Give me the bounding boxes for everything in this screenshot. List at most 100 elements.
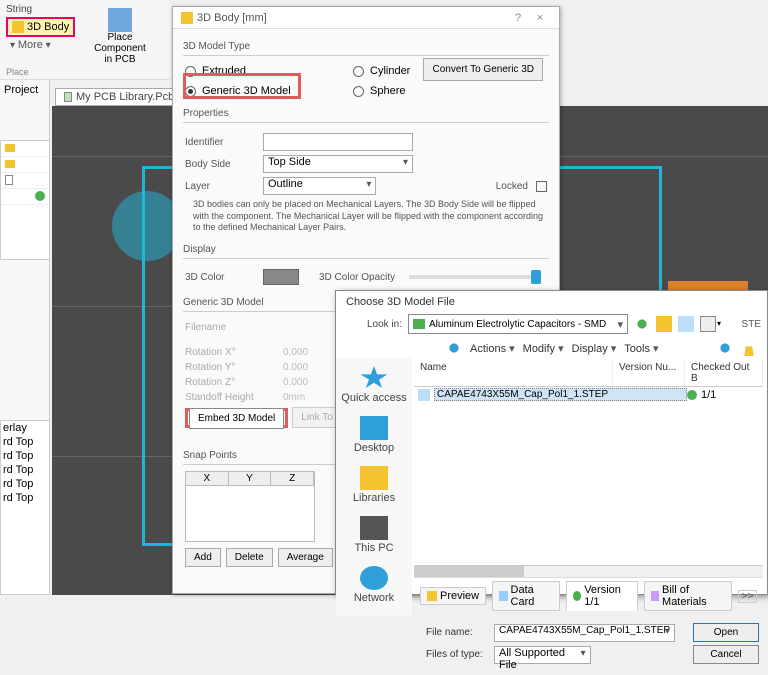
tab-preview[interactable]: Preview [420,587,486,605]
up-folder-icon[interactable] [656,316,672,332]
3d-color-swatch[interactable] [263,269,299,285]
lookin-select[interactable]: Aluminum Electrolytic Capacitors - SMD [408,314,628,334]
lookin-value: Aluminum Electrolytic Capacitors - SMD [429,319,606,330]
folder-icon [5,160,15,168]
tabs-more-button[interactable]: >> [738,590,757,603]
bom-icon [651,591,659,601]
filename-input[interactable]: CAPAE4743X55M_Cap_Pol1_1.STEP [494,624,675,642]
3d-body-label: 3D Body [27,21,69,33]
snap-points-table[interactable]: X Y Z [185,471,315,542]
open-button[interactable]: Open [693,623,759,642]
opacity-slider[interactable] [409,275,541,279]
body-side-label: Body Side [185,159,255,170]
locked-label: Locked [496,181,528,192]
gear-icon [687,390,697,400]
check-icon [35,191,45,201]
radio-sphere[interactable]: Sphere [353,85,483,97]
slider-thumb[interactable] [531,270,541,284]
layer-label: Layer [185,181,255,192]
ste-label: STE [742,319,761,330]
file-name-cell: CAPAE4743X55M_Cap_Pol1_1.STEP [434,388,687,401]
body-side-select[interactable]: Top Side [263,155,413,173]
layer-select[interactable]: Outline [263,177,376,195]
col-name[interactable]: Name [414,360,613,386]
snap-delete-button[interactable]: Delete [226,548,273,567]
sidebar-network[interactable]: Network [336,562,412,612]
filetype-select[interactable]: All Supported File [494,646,591,664]
tools-menu[interactable]: Tools [624,342,658,355]
libraries-icon [360,466,388,490]
file-list[interactable]: CAPAE4743X55M_Cap_Pol1_1.STEP 1/1 [414,387,763,563]
choose-3d-model-dialog: Choose 3D Model File Look in: Aluminum E… [335,290,768,595]
dialog-titlebar[interactable]: 3D Body [mm] ? × [173,7,559,29]
document-icon [64,92,72,102]
refresh-icon[interactable] [446,340,462,356]
lookin-label: Look in: [346,319,402,330]
display-menu[interactable]: Display [572,342,617,355]
snap-add-button[interactable]: Add [185,548,221,567]
folder-icon [413,319,425,329]
col-version[interactable]: Version Nu... [613,360,685,386]
project-panel-title: Project [0,80,49,100]
snap-average-button[interactable]: Average [278,548,333,567]
section-properties: Properties [183,108,549,119]
document-icon [5,175,13,185]
file-version-cell: 1/1 [687,389,759,401]
sidebar-this-pc[interactable]: This PC [336,512,412,562]
modify-menu[interactable]: Modify [523,342,564,355]
sidebar-desktop[interactable]: Desktop [336,412,412,462]
filename-label: Filename [185,322,275,333]
tab-data-card[interactable]: Data Card [492,581,560,611]
3d-body-button[interactable]: 3D Body [6,17,75,37]
identifier-label: Identifier [185,137,255,148]
lock-icon[interactable] [741,340,757,356]
cube-icon [181,12,193,24]
view-menu-icon[interactable] [700,316,716,332]
col-checked-out[interactable]: Checked Out B [685,360,763,386]
locked-checkbox[interactable] [536,181,547,192]
cube-icon [12,21,24,33]
file-dialog-title: Choose 3D Model File [336,291,767,310]
section-display: Display [183,244,549,255]
cancel-button[interactable]: Cancel [693,645,759,664]
star-icon [360,366,388,390]
data-card-icon [499,591,507,601]
back-icon[interactable] [634,316,650,332]
help-button[interactable]: ? [507,12,529,24]
dialog-title: 3D Body [mm] [197,12,507,24]
identifier-input[interactable] [263,133,413,151]
layer-list[interactable]: erlay rd Top rd Top rd Top rd Top rd Top [0,420,50,595]
horizontal-scrollbar[interactable] [414,565,763,577]
pc-icon [360,516,388,540]
opacity-label: 3D Color Opacity [319,272,395,283]
tab-bom[interactable]: Bill of Materials [644,581,732,611]
radio-extruded[interactable]: Extruded [185,65,345,77]
folder-icon [5,144,15,152]
snap-col-x: X [186,472,229,485]
filename-label: File name: [426,627,486,638]
sidebar-libraries[interactable]: Libraries [336,462,412,512]
file-sidebar: Quick access Desktop Libraries This PC N… [336,358,412,616]
new-folder-icon[interactable] [678,316,694,332]
tab-version[interactable]: Version 1/1 [566,581,638,611]
3d-color-label: 3D Color [185,272,255,283]
actions-menu[interactable]: Actions [470,342,515,355]
place-component-button[interactable]: Place Component in PCB [90,32,150,65]
preview-icon [427,591,437,601]
close-button[interactable]: × [529,12,551,24]
refresh-icon-2[interactable] [717,340,733,356]
snap-col-y: Y [229,472,272,485]
file-row[interactable]: CAPAE4743X55M_Cap_Pol1_1.STEP 1/1 [414,387,763,402]
sidebar-quick-access[interactable]: Quick access [336,362,412,412]
network-icon [360,566,388,590]
file-list-header[interactable]: Name Version Nu... Checked Out B [414,360,763,387]
step-file-icon [418,389,430,401]
desktop-icon [360,416,388,440]
section-model-type: 3D Model Type [183,41,549,52]
gear-icon [573,591,581,601]
embed-3d-model-button[interactable]: Embed 3D Model [189,408,284,429]
project-tree[interactable] [0,140,50,260]
ribbon-group-label: Place [6,67,29,77]
radio-generic[interactable]: Generic 3D Model [185,85,345,97]
convert-generic-button[interactable]: Convert To Generic 3D [423,58,543,81]
